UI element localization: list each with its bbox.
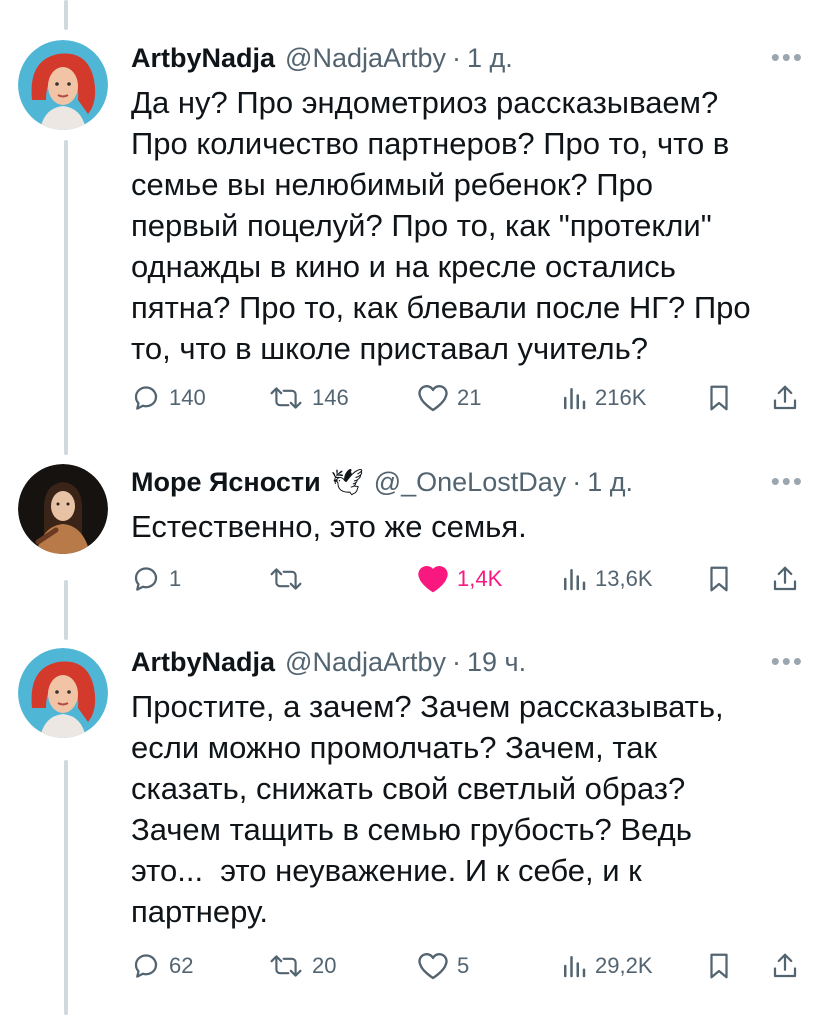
views-icon — [561, 951, 587, 981]
views-button[interactable]: 29,2K — [561, 946, 653, 986]
share-button[interactable] — [771, 378, 799, 418]
views-button[interactable]: 13,6K — [561, 559, 653, 599]
more-icon[interactable]: ••• — [771, 42, 804, 73]
heart-filled-icon — [417, 564, 449, 594]
timestamp[interactable]: 1 д. — [587, 467, 633, 498]
bookmark-button[interactable] — [705, 378, 733, 418]
like-button[interactable]: 1,4K — [417, 559, 502, 599]
retweet-count: 146 — [312, 385, 349, 410]
retweet-button[interactable]: 20 — [268, 946, 336, 986]
action-bar: 62 20 5 29,2K — [131, 946, 811, 986]
like-count: 5 — [457, 953, 470, 978]
bookmark-icon — [705, 383, 733, 413]
retweet-button[interactable] — [268, 559, 312, 599]
tweet[interactable]: Море Ясности 🕊 @_OneLostDay · 1 д. ••• Е… — [0, 450, 828, 620]
tweet-text: Естественно, это же семья. — [131, 509, 527, 544]
retweet-count: 20 — [312, 953, 337, 978]
views-icon — [561, 564, 587, 594]
bookmark-icon — [705, 951, 733, 981]
like-count: 1,4K — [457, 566, 503, 591]
views-count: 216K — [595, 385, 647, 410]
action-bar: 140 146 21 216K — [131, 378, 811, 418]
heart-icon — [417, 951, 449, 981]
reply-icon — [131, 564, 161, 594]
more-icon[interactable]: ••• — [771, 466, 804, 497]
views-icon — [561, 383, 587, 413]
avatar[interactable] — [18, 464, 108, 554]
retweet-icon — [268, 951, 304, 981]
author-handle[interactable]: @_OneLostDay — [374, 467, 567, 498]
bookmark-icon — [705, 564, 733, 594]
action-bar: 1 1,4K 13,6K — [131, 559, 811, 599]
avatar[interactable] — [18, 648, 108, 738]
reply-button[interactable]: 140 — [131, 378, 206, 418]
reply-icon — [131, 951, 161, 981]
author-name[interactable]: ArtbyNadja — [131, 43, 275, 74]
timestamp[interactable]: 1 д. — [467, 43, 513, 74]
tweet-text: Простите, а зачем? Зачем рассказывать, е… — [131, 689, 724, 929]
avatar[interactable] — [18, 40, 108, 130]
separator-dot: · — [572, 466, 582, 497]
retweet-icon — [268, 383, 304, 413]
dove-emoji: 🕊 — [330, 467, 364, 497]
tweet[interactable]: ArtbyNadja @NadjaArtby · 19 ч. ••• Прост… — [0, 620, 828, 1021]
more-icon[interactable]: ••• — [771, 646, 804, 677]
views-count: 13,6K — [595, 566, 653, 591]
share-button[interactable] — [771, 559, 799, 599]
tweet[interactable]: ArtbyNadja @NadjaArtby · 1 д. ••• Да ну?… — [0, 0, 828, 450]
like-button[interactable]: 5 — [417, 946, 469, 986]
reply-button[interactable]: 1 — [131, 559, 181, 599]
share-icon — [771, 383, 799, 413]
reply-count: 1 — [169, 566, 182, 591]
share-icon — [771, 564, 799, 594]
tweet-text: Да ну? Про эндометриоз рассказываем? Про… — [131, 85, 751, 366]
author-handle[interactable]: @NadjaArtby — [285, 43, 446, 74]
share-icon — [771, 951, 799, 981]
like-count: 21 — [457, 385, 482, 410]
retweet-icon — [268, 564, 304, 594]
bookmark-button[interactable] — [705, 559, 733, 599]
retweet-button[interactable]: 146 — [268, 378, 349, 418]
reply-button[interactable]: 62 — [131, 946, 193, 986]
author-handle[interactable]: @NadjaArtby — [285, 647, 446, 678]
views-count: 29,2K — [595, 953, 653, 978]
reply-icon — [131, 383, 161, 413]
separator-dot: · — [452, 646, 462, 677]
share-button[interactable] — [771, 946, 799, 986]
heart-icon — [417, 383, 449, 413]
separator-dot: · — [452, 42, 462, 73]
like-button[interactable]: 21 — [417, 378, 481, 418]
reply-count: 140 — [169, 385, 206, 410]
author-name[interactable]: Море Ясности — [131, 467, 321, 498]
reply-count: 62 — [169, 953, 194, 978]
timestamp[interactable]: 19 ч. — [467, 647, 526, 678]
bookmark-button[interactable] — [705, 946, 733, 986]
views-button[interactable]: 216K — [561, 378, 646, 418]
author-name[interactable]: ArtbyNadja — [131, 647, 275, 678]
